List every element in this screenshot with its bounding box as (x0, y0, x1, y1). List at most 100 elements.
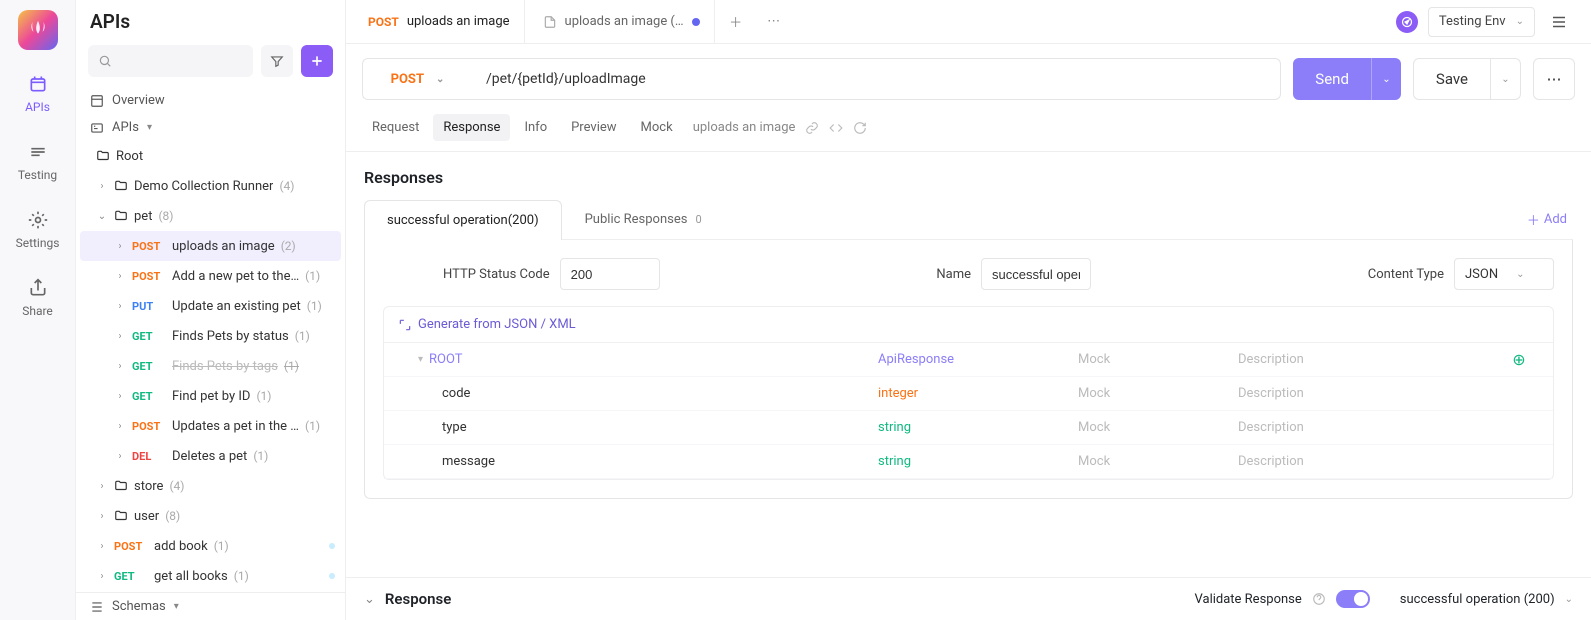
tab-menu-button[interactable]: ⋯ (757, 14, 791, 29)
chevron-down-icon: ⌄ (96, 211, 108, 222)
endpoint-item[interactable]: ›GETFind pet by ID(1) (80, 381, 341, 411)
tab-1[interactable]: uploads an image (… (529, 0, 715, 44)
response-tab-200[interactable]: successful operation(200) (364, 200, 562, 240)
tab-0[interactable]: POST uploads an image (354, 0, 525, 44)
http-status-label: HTTP Status Code (443, 267, 550, 282)
folder-store[interactable]: › store (4) (80, 471, 341, 501)
endpoint-item[interactable]: ›POSTUpdates a pet in the …(1) (80, 411, 341, 441)
add-field-button[interactable]: ⊕ (1499, 350, 1539, 369)
rail-share[interactable]: Share (0, 272, 75, 322)
schema-desc[interactable]: Description (1238, 454, 1499, 469)
menu-button[interactable] (1545, 8, 1573, 36)
subtab-request[interactable]: Request (362, 114, 429, 141)
app-logo (18, 10, 58, 50)
endpoint-count: (2) (281, 239, 296, 253)
subtab-response[interactable]: Response (433, 114, 510, 141)
subtab-info[interactable]: Info (514, 114, 557, 141)
response-tab-public[interactable]: Public Responses 0 (562, 199, 725, 239)
method-badge: GET (132, 390, 166, 403)
overview-link[interactable]: Overview (76, 87, 345, 114)
filter-button[interactable] (261, 45, 293, 77)
schema-desc[interactable]: Description (1238, 386, 1499, 401)
endpoint-item[interactable]: ›GETFinds Pets by status(1) (80, 321, 341, 351)
folder-count: (8) (158, 209, 173, 223)
new-tab-button[interactable]: ＋ (719, 12, 753, 31)
save-dropdown[interactable]: ⌄ (1491, 58, 1521, 100)
add-response-button[interactable]: ＋ Add (1521, 210, 1573, 229)
endpoint-item[interactable]: ›POSTAdd a new pet to the…(1) (80, 261, 341, 291)
schema-mock[interactable]: Mock (1078, 420, 1238, 435)
url-input[interactable]: /pet/{petId}/uploadImage (472, 58, 1281, 100)
env-selector[interactable]: Testing Env ⌄ (1428, 7, 1535, 37)
folder-root[interactable]: Root (80, 141, 341, 171)
refresh-icon[interactable] (853, 121, 867, 135)
code-icon[interactable] (829, 121, 843, 135)
endpoint-count: (1) (256, 389, 271, 403)
save-button[interactable]: Save (1413, 58, 1491, 100)
folder-demo[interactable]: › Demo Collection Runner (4) (80, 171, 341, 201)
schema-field-name: type (442, 420, 467, 435)
subtab-preview[interactable]: Preview (561, 114, 626, 141)
tab-label: uploads an image (407, 14, 510, 29)
folder-user[interactable]: › user (8) (80, 501, 341, 531)
chevron-down-icon[interactable]: ⌄ (1565, 594, 1573, 605)
endpoint-item[interactable]: ›POSTadd book(1) (80, 531, 341, 561)
status-dot-icon (329, 573, 335, 579)
more-button[interactable]: ⋯ (1533, 58, 1575, 100)
rail-settings[interactable]: Settings (0, 204, 75, 254)
name-input[interactable] (981, 258, 1091, 290)
endpoint-label: Update an existing pet (172, 299, 301, 314)
folder-label: store (134, 479, 163, 494)
folder-label: Demo Collection Runner (134, 179, 273, 194)
chevron-down-icon: ⌄ (1501, 74, 1509, 85)
endpoint-item[interactable]: ›GETget all books(1) (80, 561, 341, 591)
rail-apis[interactable]: APIs (0, 68, 75, 118)
endpoint-item[interactable]: ›DELDeletes a pet(1) (80, 441, 341, 471)
apis-section[interactable]: APIs ▾ (76, 114, 345, 141)
schema-row[interactable]: message stringMockDescription (384, 445, 1553, 479)
send-button[interactable]: Send (1293, 58, 1371, 100)
folder-pet[interactable]: ⌄ pet (8) (80, 201, 341, 231)
content-type-select[interactable]: JSON ⌄ (1454, 258, 1554, 290)
schema-mock[interactable]: Mock (1078, 352, 1238, 367)
generate-from-json-button[interactable]: Generate from JSON / XML (384, 307, 1553, 342)
schema-mock[interactable]: Mock (1078, 454, 1238, 469)
send-dropdown[interactable]: ⌄ (1371, 58, 1401, 100)
method-selector[interactable]: POST ⌄ (362, 58, 472, 100)
schema-row[interactable]: typestringMockDescription (384, 411, 1553, 445)
share-icon (26, 276, 50, 300)
endpoint-label: add book (154, 539, 208, 554)
chevron-down-icon: ⌄ (1516, 269, 1524, 280)
folder-open-icon (114, 209, 128, 223)
rail-testing[interactable]: Testing (0, 136, 75, 186)
method-badge: POST (132, 420, 166, 433)
endpoint-item[interactable]: ›POSTuploads an image(2) (80, 231, 341, 261)
endpoint-label: Add a new pet to the… (172, 269, 299, 284)
url-value: /pet/{petId}/uploadImage (486, 71, 646, 87)
add-button[interactable] (301, 45, 333, 77)
chevron-down-icon[interactable]: ⌄ (364, 592, 375, 607)
subtab-mock[interactable]: Mock (631, 114, 683, 141)
status-dot-icon (329, 543, 335, 549)
expand-icon (398, 318, 412, 332)
help-icon[interactable] (1312, 592, 1326, 606)
endpoint-item[interactable]: ›GETFinds Pets by tags(1) (80, 351, 341, 381)
chevron-right-icon: › (114, 331, 126, 342)
endpoint-item[interactable]: ›PUTUpdate an existing pet(1) (80, 291, 341, 321)
chevron-down-icon: ⌄ (1382, 74, 1390, 85)
schema-field-type: string (878, 454, 1078, 469)
link-icon[interactable] (805, 121, 819, 135)
schema-row[interactable]: codeintegerMockDescription (384, 377, 1553, 411)
http-status-input[interactable] (560, 258, 660, 290)
env-badge-icon[interactable] (1396, 11, 1418, 33)
schema-desc[interactable]: Description (1238, 352, 1499, 367)
schema-field-name: message (442, 454, 495, 469)
schema-mock[interactable]: Mock (1078, 386, 1238, 401)
schemas-section[interactable]: Schemas ▾ (76, 592, 345, 620)
validate-toggle[interactable] (1336, 590, 1370, 608)
search-input[interactable] (88, 45, 253, 77)
endpoint-label: Find pet by ID (172, 389, 250, 404)
schema-desc[interactable]: Description (1238, 420, 1499, 435)
schema-row[interactable]: ▾ ROOTApiResponseMockDescription⊕ (384, 343, 1553, 377)
endpoint-label: uploads an image (172, 239, 275, 254)
